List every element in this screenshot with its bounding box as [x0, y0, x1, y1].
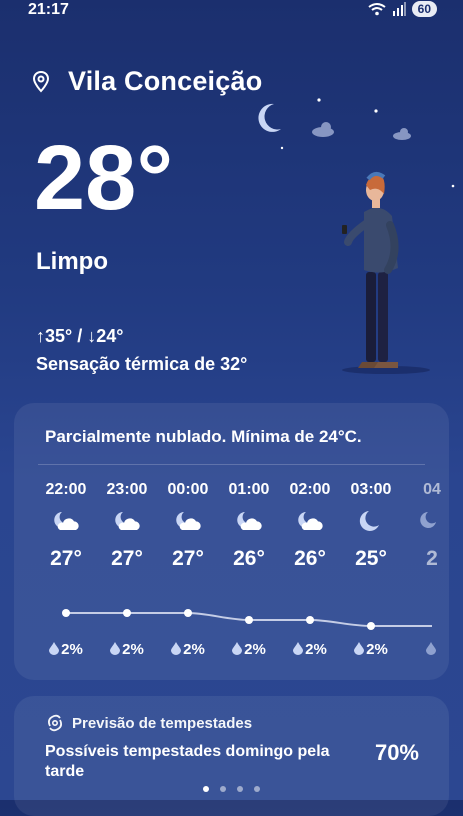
precipitation-chance: 2% [97, 641, 157, 658]
raindrop-icon [426, 642, 436, 655]
hour-column[interactable]: 01:00 26° [219, 481, 279, 571]
hourly-summary: Parcialmente nublado. Mínima de 24°C. [45, 427, 362, 446]
page-dot [220, 786, 226, 792]
hour-column[interactable]: 04 2 [402, 481, 449, 571]
storm-probability: 70% [374, 740, 419, 765]
raindrop-icon [293, 642, 304, 655]
hour-temperature: 26° [294, 547, 326, 570]
page-indicator [0, 786, 463, 792]
hour-temperature: 26° [233, 547, 265, 570]
battery-indicator: 60 [411, 1, 437, 17]
hour-time: 03:00 [350, 481, 392, 498]
signal-icon [392, 2, 406, 16]
feels-like-temperature: Sensação térmica de 32° [36, 354, 248, 374]
status-time: 21:17 [28, 1, 69, 18]
partly-cloudy-night-icon [298, 512, 323, 530]
hour-time: 00:00 [167, 481, 209, 498]
precipitation-chance: 2% [341, 641, 401, 658]
person-figure [342, 172, 430, 374]
partly-cloudy-night-icon [54, 512, 79, 530]
page-dot-active [203, 786, 209, 792]
hour-time: 01:00 [228, 481, 270, 498]
location-pin-icon [32, 70, 50, 92]
partly-cloudy-night-icon [237, 512, 262, 530]
stars [280, 98, 455, 188]
partly-cloudy-night-icon [115, 512, 140, 530]
hour-time: 02:00 [289, 481, 331, 498]
hour-column[interactable]: 03:00 25° [341, 481, 401, 571]
hour-time: 04 [423, 481, 441, 498]
page-dot [237, 786, 243, 792]
precipitation-chance: 2% [36, 641, 96, 658]
wifi-icon [368, 3, 386, 16]
hour-time: 23:00 [106, 481, 148, 498]
night-scene-illustration [258, 98, 455, 374]
hour-column[interactable]: 22:00 27° [36, 481, 96, 571]
divider [38, 464, 425, 465]
storm-description: Possíveis tempestades domingo pela tarde [45, 743, 330, 780]
storm-title: Previsão de tempestades [46, 714, 252, 732]
raindrop-icon [171, 642, 182, 655]
hour-temperature: 27° [111, 547, 143, 570]
hour-temperature: 25° [355, 547, 387, 570]
storm-title-label: Previsão de tempestades [72, 714, 253, 732]
hour-column[interactable]: 23:00 27° [97, 481, 157, 571]
storm-forecast-card[interactable]: Previsão de tempestades Possíveis tempes… [14, 696, 449, 816]
status-bar: 21:17 60 [0, 0, 463, 22]
location-header[interactable]: Vila Conceição [32, 66, 262, 97]
status-icons: 60 [368, 1, 437, 17]
precipitation-chance: 2% [219, 641, 279, 658]
precipitation-chance [402, 641, 449, 658]
temperature-trend-line [62, 609, 432, 630]
location-name: Vila Conceição [68, 66, 263, 96]
hour-column[interactable]: 02:00 26° [280, 481, 340, 571]
hourly-forecast-card[interactable]: Parcialmente nublado. Mínima de 24°C. 22… [14, 403, 449, 680]
precipitation-chance: 2% [280, 641, 340, 658]
partly-cloudy-night-icon [176, 512, 201, 530]
cloud-icon [312, 122, 411, 140]
current-temperature: 28° [34, 127, 174, 229]
clear-night-icon [359, 511, 379, 531]
hour-temperature: 27° [172, 547, 204, 570]
hour-temperature: 2 [426, 547, 438, 570]
current-condition: Limpo [36, 248, 108, 275]
moon-icon [258, 103, 281, 132]
raindrop-icon [354, 642, 365, 655]
high-low-temperature: ↑35° / ↓24° [36, 326, 124, 346]
raindrop-icon [49, 642, 60, 655]
hour-column[interactable]: 00:00 27° [158, 481, 218, 571]
partly-cloudy-night-icon [420, 512, 436, 528]
hour-time: 22:00 [45, 481, 87, 498]
precipitation-chance: 2% [158, 641, 218, 658]
storm-radar-icon [47, 714, 63, 732]
hour-temperature: 27° [50, 547, 82, 570]
raindrop-icon [232, 642, 243, 655]
page-dot [254, 786, 260, 792]
raindrop-icon [110, 642, 121, 655]
